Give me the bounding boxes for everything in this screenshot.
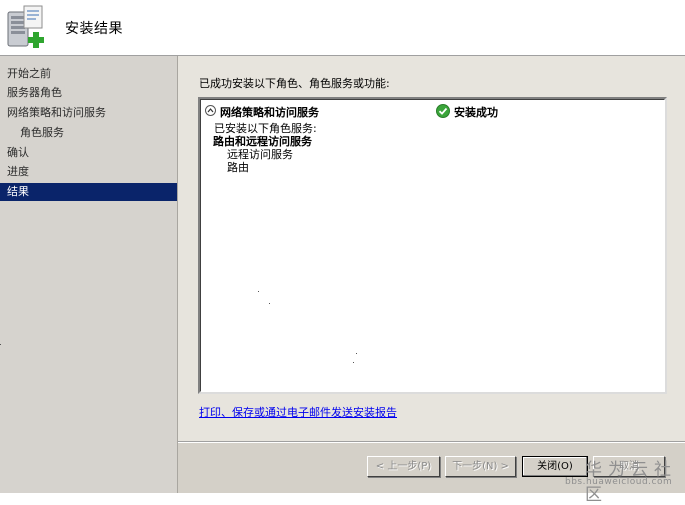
print-save-email-report-link[interactable]: 打印、保存或通过电子邮件发送安装报告	[199, 404, 397, 420]
artifact-dot	[258, 291, 259, 292]
sidebar-item-npas[interactable]: 网络策略和访问服务	[0, 104, 177, 122]
collapse-chevron-icon[interactable]	[205, 105, 216, 116]
next-button[interactable]: 下一步(N) >	[445, 456, 516, 477]
sidebar-item-before-you-begin[interactable]: 开始之前	[0, 65, 177, 83]
sidebar-item-server-roles[interactable]: 服务器角色	[0, 84, 177, 102]
wizard-footer: < 上一步(P) 下一步(N) > 关闭(O) 取消	[178, 443, 685, 493]
wizard-header: 安装结果	[0, 0, 685, 56]
server-add-icon	[6, 4, 50, 50]
install-status: 安装成功	[454, 106, 498, 119]
sidebar-item-results[interactable]: 结果	[0, 183, 177, 201]
detail-installed-services-label: 已安装以下角色服务:	[214, 122, 317, 135]
artifact-dot	[356, 353, 357, 354]
close-button[interactable]: 关闭(O)	[522, 456, 588, 477]
artifact-dot	[269, 303, 270, 304]
result-row-header: 网络策略和访问服务 安装成功	[205, 103, 661, 119]
sidebar-item-role-services[interactable]: 角色服务	[0, 124, 177, 142]
main-content: 已成功安装以下角色、角色服务或功能: 网络策略和访问服务 安装成功 已安装以下角…	[178, 56, 685, 493]
success-check-icon	[436, 104, 450, 118]
role-name: 网络策略和访问服务	[220, 106, 319, 119]
sidebar-item-progress[interactable]: 进度	[0, 163, 177, 181]
results-intro-text: 已成功安装以下角色、角色服务或功能:	[199, 77, 390, 90]
cancel-button[interactable]: 取消	[593, 456, 665, 477]
artifact-dot	[353, 362, 354, 363]
page-title: 安装结果	[65, 21, 123, 37]
results-panel[interactable]: 网络策略和访问服务 安装成功 已安装以下角色服务: 路由和远程访问服务 远程访问…	[198, 97, 667, 394]
detail-role-service-group: 路由和远程访问服务	[213, 135, 312, 148]
detail-role-service-routing: 路由	[227, 161, 249, 174]
wizard-steps-sidebar: 开始之前 服务器角色 网络策略和访问服务 角色服务 确认 进度 结果	[0, 56, 178, 493]
artifact-dot	[0, 344, 1, 345]
detail-role-service-remote-access: 远程访问服务	[227, 148, 293, 161]
previous-button[interactable]: < 上一步(P)	[367, 456, 440, 477]
sidebar-item-confirmation[interactable]: 确认	[0, 144, 177, 162]
